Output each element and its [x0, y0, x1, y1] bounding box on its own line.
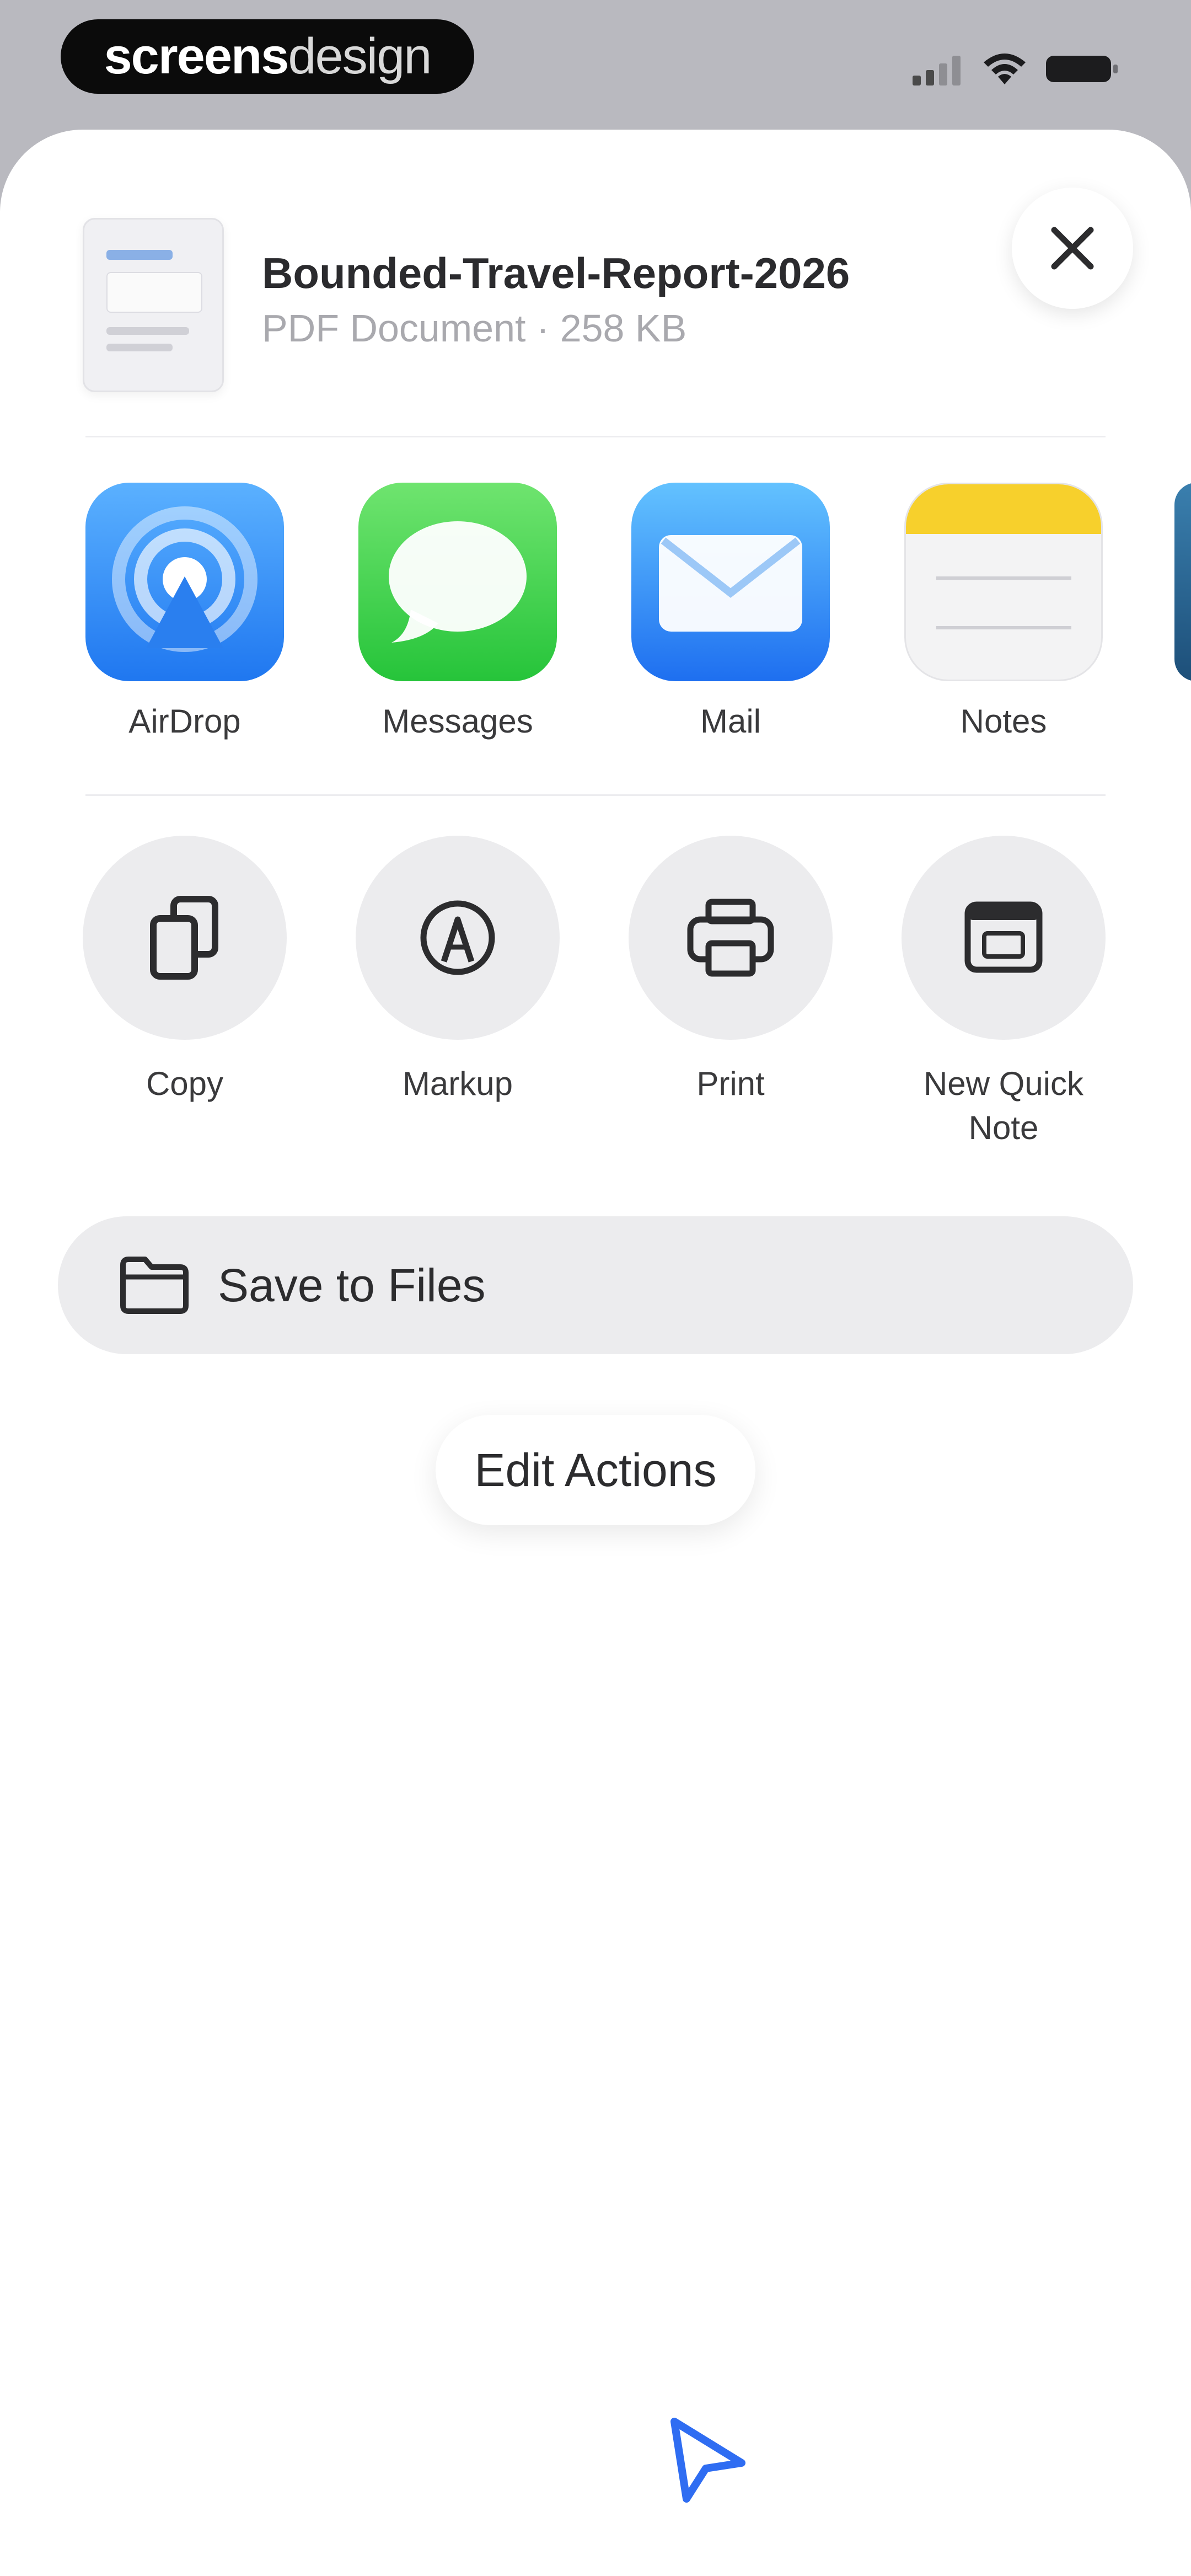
- document-thumbnail: [83, 218, 224, 392]
- save-to-files-label: Save to Files: [218, 1259, 486, 1311]
- copy-icon: [150, 896, 218, 980]
- mail-icon: [659, 535, 802, 632]
- folder-icon: [120, 1257, 189, 1314]
- app-messages[interactable]: Messages: [358, 483, 557, 740]
- messages-icon: [389, 521, 527, 643]
- app-notes[interactable]: Notes: [904, 483, 1103, 740]
- action-circle: [902, 836, 1106, 1040]
- quick-note-icon: [964, 901, 1043, 973]
- airdrop-icon: [112, 506, 257, 652]
- action-label: Copy: [146, 1065, 224, 1102]
- messages-tile: [358, 483, 557, 681]
- save-to-files-button[interactable]: Save to Files: [58, 1216, 1133, 1354]
- close-icon: [1051, 227, 1094, 270]
- app-label: AirDrop: [128, 703, 241, 740]
- app-label: Notes: [960, 703, 1047, 740]
- action-print[interactable]: Print: [626, 836, 835, 1106]
- status-bar: screens design: [0, 0, 1191, 127]
- action-copy[interactable]: Copy: [80, 836, 289, 1106]
- action-label: Markup: [402, 1065, 513, 1102]
- action-circle: [629, 836, 833, 1040]
- document-title: Bounded-Travel-Report-2026: [262, 249, 850, 297]
- app-airdrop[interactable]: AirDrop: [85, 483, 284, 740]
- markup-icon: [420, 900, 495, 975]
- action-markup[interactable]: Markup: [353, 836, 562, 1106]
- action-circle: [83, 836, 287, 1040]
- action-new-quick-note[interactable]: New Quick Note: [899, 836, 1108, 1150]
- app-label: Messages: [382, 703, 533, 740]
- brand-logo-part2: design: [288, 28, 432, 84]
- action-label: Print: [696, 1065, 765, 1102]
- wifi-icon: [984, 53, 1026, 84]
- print-icon: [687, 899, 774, 977]
- next-app-tile-partial[interactable]: [1174, 483, 1191, 681]
- airdrop-tile: [85, 483, 284, 681]
- action-label: New Quick Note: [923, 1065, 1084, 1146]
- app-mail[interactable]: Mail: [631, 483, 830, 740]
- battery-icon: [1046, 56, 1118, 82]
- edit-actions-button[interactable]: Edit Actions: [436, 1415, 755, 1525]
- mail-tile: [631, 483, 830, 681]
- brand-logo: screens design: [61, 19, 474, 94]
- pointer-cursor-icon: [670, 2418, 745, 2503]
- close-button[interactable]: [1012, 188, 1133, 309]
- status-icons: [913, 44, 1119, 94]
- document-subtitle: PDF Document · 258 KB: [262, 307, 687, 350]
- divider: [85, 436, 1106, 437]
- share-sheet: Bounded-Travel-Report-2026 PDF Document …: [0, 130, 1191, 2576]
- notes-icon: [906, 484, 1101, 629]
- app-label: Mail: [700, 703, 761, 740]
- signal-icon: [913, 56, 961, 85]
- action-circle: [356, 836, 560, 1040]
- divider: [85, 794, 1106, 796]
- brand-logo-part1: screens: [104, 28, 289, 84]
- notes-tile: [904, 483, 1103, 681]
